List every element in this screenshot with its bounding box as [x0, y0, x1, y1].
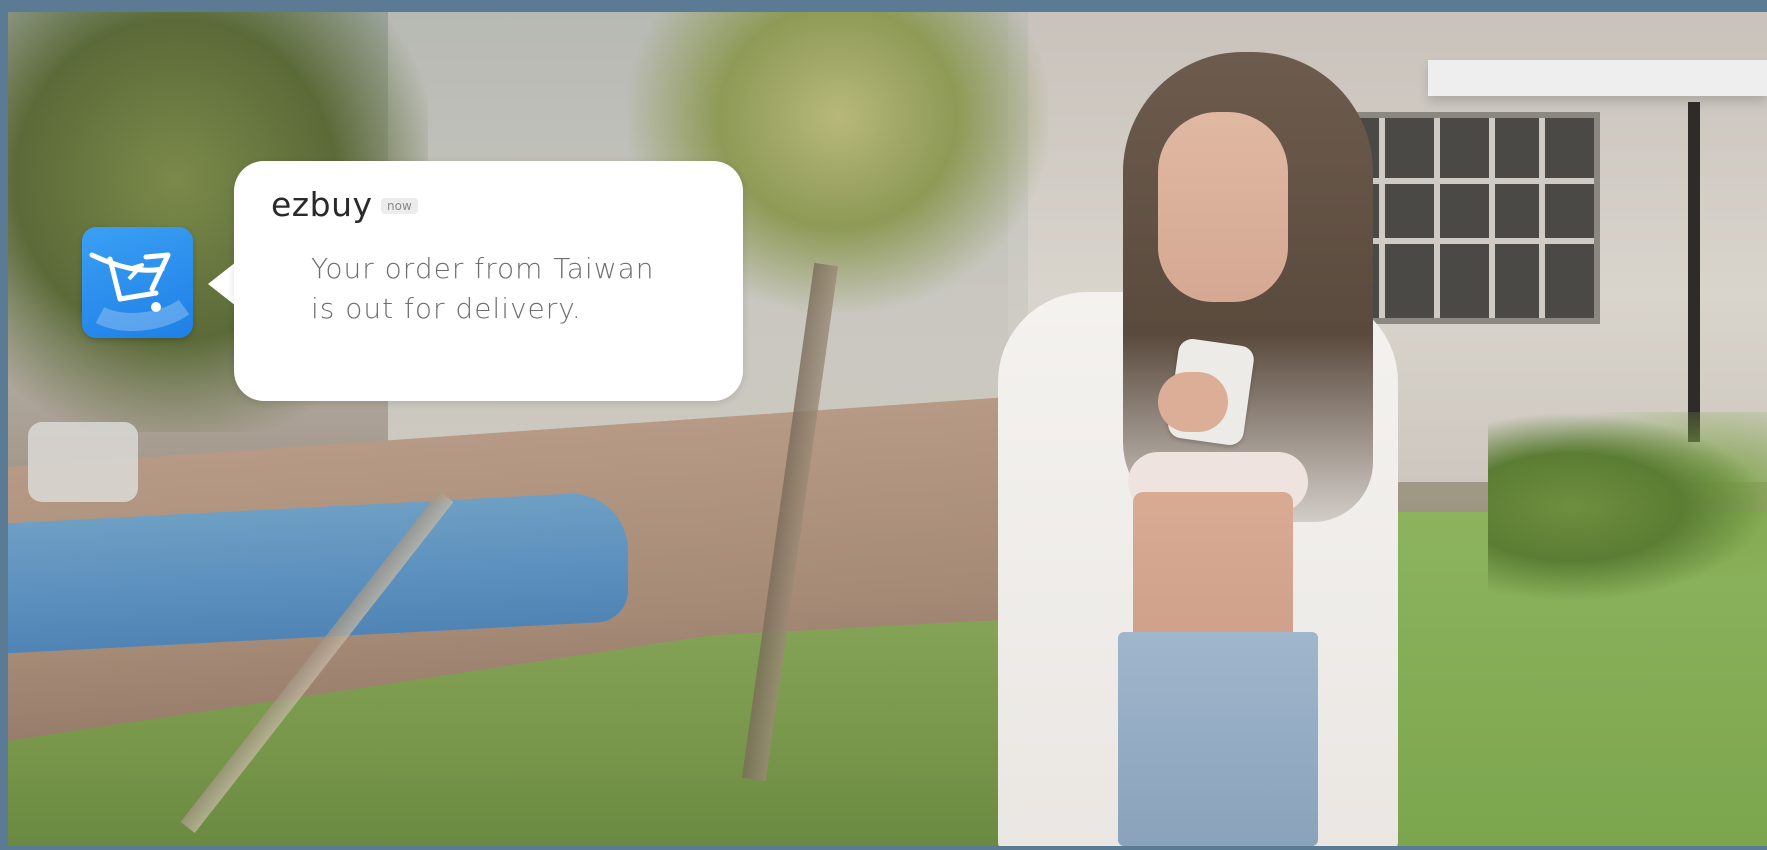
- face: [1158, 112, 1288, 302]
- pool-chair: [28, 422, 138, 502]
- roof-overhang: [1428, 60, 1767, 96]
- bushes: [1488, 412, 1767, 602]
- bubble-tail: [208, 262, 236, 306]
- house-pillar: [1688, 102, 1700, 442]
- video-frame: ezbuy now Your order from Taiwan is out …: [0, 0, 1767, 850]
- ezbuy-app-icon[interactable]: [82, 227, 193, 338]
- time-badge: now: [381, 198, 418, 214]
- app-name: ezbuy: [271, 185, 373, 224]
- woman-with-phone: [978, 32, 1418, 846]
- notification-message: Your order from Taiwan is out for delive…: [311, 249, 711, 329]
- background-photo: [8, 12, 1767, 846]
- message-line: Your order from Taiwan: [311, 252, 655, 285]
- notification-bubble[interactable]: ezbuy now Your order from Taiwan is out …: [234, 161, 743, 401]
- torso: [1133, 492, 1293, 642]
- denim-shorts: [1118, 632, 1318, 846]
- hand: [1158, 372, 1228, 432]
- ezbuy-cart-icon: [89, 252, 190, 331]
- message-line: is out for delivery.: [311, 292, 582, 325]
